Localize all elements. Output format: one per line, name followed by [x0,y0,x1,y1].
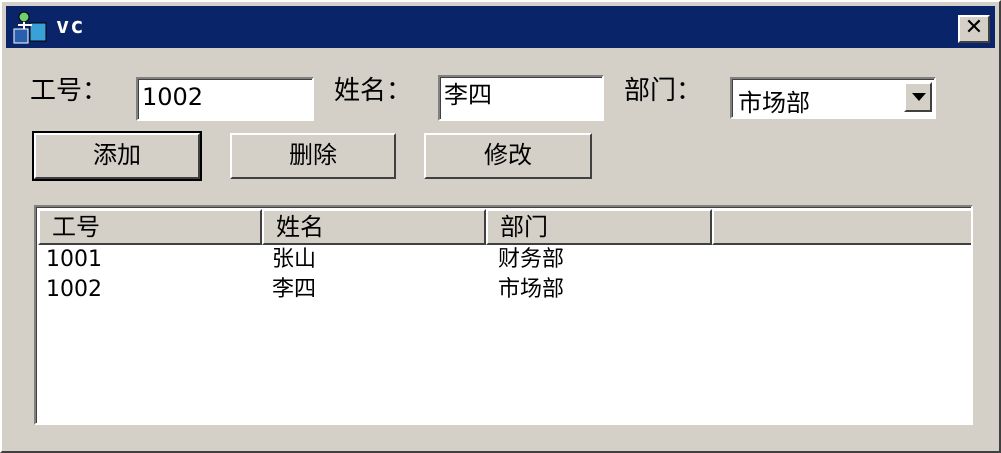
column-header-name[interactable]: 姓名 [262,209,486,245]
delete-button[interactable]: 删除 [230,133,396,179]
add-button[interactable]: 添加 [32,131,202,181]
cell-name: 李四 [272,277,317,302]
department-label: 部门： [624,76,703,106]
department-select[interactable]: 市场部 [730,77,936,119]
close-button[interactable]: ✕ [958,15,990,43]
window-title: vc [56,14,85,39]
column-header-id[interactable]: 工号 [38,209,262,245]
name-input[interactable]: 李四 [438,75,604,121]
cell-name: 张山 [272,247,317,272]
chevron-down-icon[interactable] [904,82,932,112]
close-icon: ✕ [964,15,984,40]
title-bar[interactable]: vc ✕ [6,6,995,48]
department-selected-value: 市场部 [738,89,810,117]
cell-id: 1001 [46,247,102,272]
table-row[interactable]: 1001 张山 财务部 [38,245,971,275]
name-label: 姓名： [334,76,413,106]
cell-department: 市场部 [498,277,565,302]
app-icon [10,9,52,45]
column-header-empty[interactable] [712,209,971,245]
employee-id-label: 工号： [30,76,109,106]
modify-button[interactable]: 修改 [424,133,592,179]
employee-list[interactable]: 工号 姓名 部门 1001 张山 财务部 1002 李四 市场部 [34,205,973,425]
cell-department: 财务部 [498,247,565,272]
cell-id: 1002 [46,277,102,302]
list-header: 工号 姓名 部门 [38,209,971,245]
column-header-department[interactable]: 部门 [486,209,712,245]
table-row[interactable]: 1002 李四 市场部 [38,275,971,305]
employee-id-input[interactable]: 1002 [136,77,314,121]
app-window: vc ✕ 工号： 1002 姓名： 李四 部门： 市场部 添加 删除 修改 工号… [0,0,1001,453]
